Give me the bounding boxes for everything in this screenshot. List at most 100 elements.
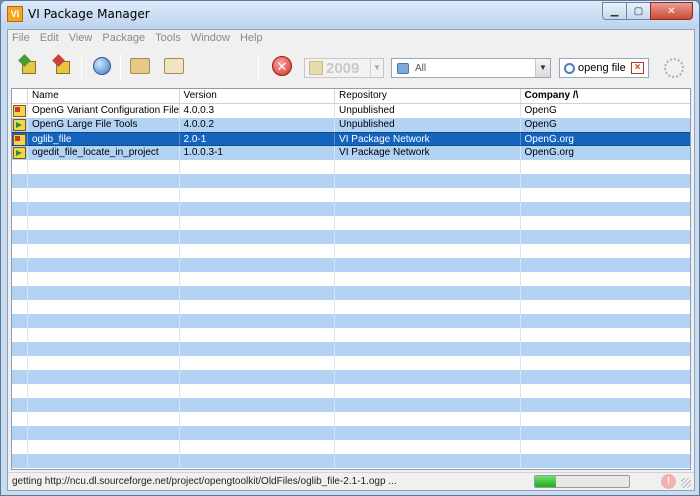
row-icon-cell — [12, 356, 28, 370]
cell-version — [180, 244, 336, 258]
table-row[interactable]: OpenG Variant Configuration File Tools4.… — [12, 104, 690, 118]
cell-version — [180, 370, 336, 384]
cell-company — [521, 328, 691, 342]
cell-repository — [335, 202, 521, 216]
cell-company — [521, 160, 691, 174]
cell-company — [521, 426, 691, 440]
minimize-button[interactable]: ▁ — [602, 2, 627, 20]
cell-version — [180, 258, 336, 272]
empty-table-row — [12, 412, 690, 426]
row-icon-cell — [12, 440, 28, 454]
cell-version — [180, 272, 336, 286]
resize-grip-icon[interactable] — [681, 478, 691, 488]
table-row[interactable]: ogedit_file_locate_in_project 1.0.0.3-1 VI… — [12, 146, 690, 160]
table-row[interactable]: oglib_file 2.0-1 VI Package Network OpenG.o… — [12, 132, 690, 146]
column-header-icon[interactable] — [12, 89, 28, 103]
column-header-name[interactable]: Name — [28, 89, 180, 103]
uninstall-package-button[interactable] — [50, 52, 78, 80]
labview-version-select[interactable]: 2009 ▼ — [304, 58, 384, 78]
column-header-company[interactable]: Company /\ — [521, 89, 691, 103]
cell-repository: VI Package Network — [335, 146, 521, 160]
search-field[interactable]: × — [559, 58, 649, 78]
cell-version — [180, 384, 336, 398]
labview-icon — [309, 61, 323, 75]
cell-name — [28, 216, 180, 230]
package-builder-button[interactable] — [126, 52, 154, 80]
package-icon — [13, 147, 26, 159]
filter-icon — [397, 62, 409, 74]
cell-repository — [335, 426, 521, 440]
menu-help[interactable]: Help — [240, 30, 263, 46]
toolbar-divider — [120, 54, 121, 80]
cell-repository — [335, 398, 521, 412]
package-filter-value: All — [415, 62, 427, 74]
error-indicator-icon[interactable]: ! — [661, 474, 676, 489]
empty-table-row — [12, 244, 690, 258]
row-icon-cell — [12, 160, 28, 174]
menu-edit[interactable]: Edit — [40, 30, 59, 46]
menu-view[interactable]: View — [69, 30, 93, 46]
close-button[interactable]: ✕ — [650, 2, 693, 20]
cell-version — [180, 188, 336, 202]
row-icon-cell — [12, 454, 28, 468]
check-network-button[interactable] — [88, 52, 116, 80]
toolbar: ✕ 2009 ▼ All ▼ × — [8, 48, 694, 86]
cell-company — [521, 398, 691, 412]
package-icon — [13, 119, 26, 131]
cell-repository — [335, 160, 521, 174]
install-package-button[interactable] — [16, 52, 44, 80]
cell-version — [180, 216, 336, 230]
cell-repository — [335, 286, 521, 300]
column-header-version[interactable]: Version — [180, 89, 336, 103]
row-icon-cell — [12, 230, 28, 244]
client-area: File Edit View Package Tools Window Help — [7, 29, 695, 491]
cell-repository — [335, 356, 521, 370]
row-icon-cell — [12, 133, 28, 145]
cell-repository — [335, 440, 521, 454]
search-input[interactable] — [578, 62, 630, 74]
package-list-header: Name Version Repository Company /\ — [12, 89, 690, 104]
row-icon-cell — [12, 146, 28, 160]
cell-repository: VI Package Network — [335, 133, 521, 145]
cell-repository — [335, 370, 521, 384]
chevron-down-icon: ▼ — [370, 59, 383, 77]
row-icon-cell — [12, 426, 28, 440]
cell-name — [28, 440, 180, 454]
menu-package[interactable]: Package — [102, 30, 145, 46]
row-icon-cell — [12, 370, 28, 384]
package-configuration-button[interactable] — [160, 52, 188, 80]
row-icon-cell — [12, 216, 28, 230]
menu-tools[interactable]: Tools — [155, 30, 181, 46]
cell-repository: Unpublished — [335, 104, 521, 118]
cell-repository — [335, 384, 521, 398]
cell-version — [180, 174, 336, 188]
cell-name — [28, 342, 180, 356]
cell-company: OpenG — [524, 105, 557, 116]
cell-repository — [335, 300, 521, 314]
column-header-repository[interactable]: Repository — [335, 89, 521, 103]
menu-window[interactable]: Window — [191, 30, 230, 46]
clear-search-icon[interactable]: × — [631, 62, 644, 74]
cell-name — [28, 426, 180, 440]
package-icon — [13, 105, 26, 117]
row-icon-cell — [12, 384, 28, 398]
download-progress-fill — [535, 476, 556, 487]
empty-table-row — [12, 314, 690, 328]
menu-file[interactable]: File — [12, 30, 30, 46]
package-list: Name Version Repository Company /\ OpenG… — [11, 88, 691, 470]
empty-table-row — [12, 370, 690, 384]
cell-name — [28, 174, 180, 188]
title-bar[interactable]: VI VI Package Manager ▁ ▢ ✕ — [1, 1, 699, 29]
row-icon-cell — [12, 118, 28, 132]
cell-version — [180, 356, 336, 370]
package-filter-select[interactable]: All ▼ — [391, 58, 551, 78]
package-rows: OpenG Variant Configuration File Tools4.… — [12, 104, 690, 468]
cell-version — [180, 160, 336, 174]
row-icon-cell — [12, 328, 28, 342]
table-row[interactable]: OpenG Large File Tools 4.0.0.2 Unpublished… — [12, 118, 690, 132]
row-icon-cell — [12, 314, 28, 328]
empty-table-row — [12, 286, 690, 300]
stop-button[interactable]: ✕ — [268, 52, 296, 80]
row-icon-cell — [12, 412, 28, 426]
maximize-button[interactable]: ▢ — [626, 2, 651, 20]
